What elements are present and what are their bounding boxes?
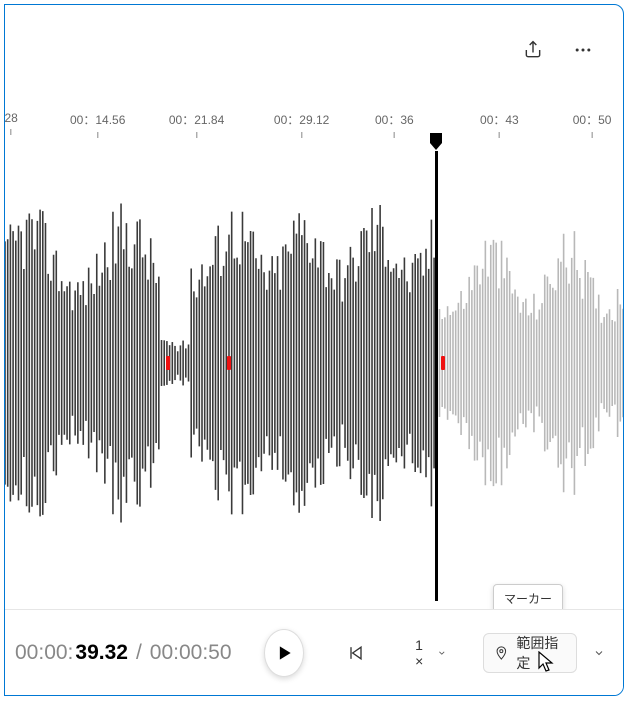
play-button[interactable] — [264, 629, 304, 677]
range-label: 範囲指定 — [516, 633, 562, 673]
total-time: 00:00:50 — [150, 641, 232, 665]
current-time-prefix: 00:00: — [15, 641, 73, 665]
ruler-tick: 00：14.56 — [70, 111, 125, 138]
playback-controls: 00:00: 39.32 / 00:00:50 1 × — [5, 609, 623, 695]
waveform-marker[interactable] — [166, 356, 170, 370]
waveform-area[interactable] — [5, 163, 623, 595]
play-icon — [274, 643, 294, 663]
waveform-marker[interactable] — [441, 356, 445, 370]
more-button[interactable] — [567, 34, 599, 66]
playhead[interactable] — [435, 151, 438, 601]
more-icon — [573, 40, 593, 60]
ruler-tick: 00：36 — [375, 111, 414, 138]
time-display: 00:00: 39.32 / 00:00:50 — [15, 641, 232, 665]
ruler-tick: 00：21.84 — [169, 111, 224, 138]
waveform[interactable] — [5, 183, 623, 543]
range-select-button[interactable]: 範囲指定 — [483, 633, 577, 673]
ruler-tick: 00：29.12 — [274, 111, 329, 138]
current-time-main: 39.32 — [75, 641, 128, 665]
speed-label: 1 × — [415, 637, 431, 669]
app-window: 28 00：14.56 00：21.84 00：29.12 00：36 00：43 00：5… — [4, 4, 624, 696]
top-toolbar — [5, 5, 623, 95]
skip-back-button[interactable] — [336, 633, 375, 673]
tooltip-text: マーカー — [504, 592, 552, 606]
share-icon — [523, 40, 543, 60]
pin-icon — [494, 644, 509, 662]
ruler-tick: 00：43 — [480, 111, 519, 138]
range-dropdown-button[interactable] — [585, 633, 613, 673]
share-button[interactable] — [517, 34, 549, 66]
time-separator: / — [136, 641, 142, 665]
chevron-down-icon — [593, 646, 605, 660]
ruler-tick: 28 — [4, 111, 17, 135]
ruler-tick: 00：50 — [573, 111, 612, 138]
timeline-ruler[interactable]: 28 00：14.56 00：21.84 00：29.12 00：36 00：43 00：5… — [5, 111, 623, 141]
chevron-down-icon — [437, 647, 447, 659]
waveform-marker[interactable] — [227, 356, 231, 370]
playhead-handle-icon[interactable] — [428, 133, 444, 151]
playback-speed-button[interactable]: 1 × — [407, 633, 455, 673]
skip-back-icon — [346, 643, 366, 663]
